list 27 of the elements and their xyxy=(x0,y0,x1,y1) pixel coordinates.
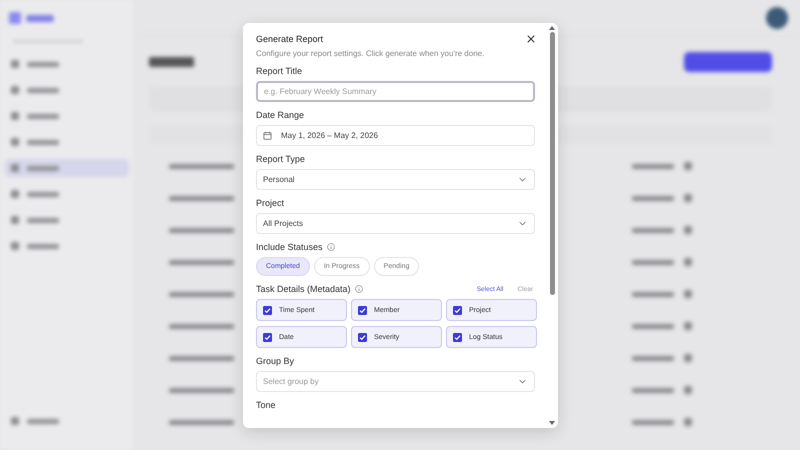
dialog-title: Generate Report xyxy=(256,34,324,44)
date-range-field[interactable]: May 1, 2026 – May 2, 2026 xyxy=(256,125,535,146)
calendar-icon xyxy=(263,131,272,140)
checkmark-icon xyxy=(358,332,367,342)
field-label: Report Type xyxy=(256,154,305,164)
checkmark-icon xyxy=(358,306,367,314)
field-label: Date Range xyxy=(256,110,304,120)
field-label: Report Title xyxy=(256,66,302,76)
field-label: Tone xyxy=(256,400,276,410)
dropdown-select[interactable]: All Projects xyxy=(256,213,535,234)
field-label: Group By xyxy=(256,356,294,366)
report-title-input[interactable]: e.g. February Weekly Summary xyxy=(256,81,535,102)
field-label: Task Details (Metadata) xyxy=(256,284,351,294)
scroll-down-arrow-icon[interactable] xyxy=(549,421,555,425)
dialog-subtitle: Configure your report settings. Click generate when you're done. xyxy=(256,49,486,58)
field-label: Include Statuses xyxy=(256,242,323,252)
scroll-up-arrow-icon[interactable] xyxy=(549,26,555,30)
checkmark-icon xyxy=(263,306,272,314)
chevron-down-icon xyxy=(519,221,526,226)
checkmark-icon xyxy=(453,306,462,314)
checkmark-icon xyxy=(263,332,272,342)
chevron-down-icon xyxy=(519,379,526,384)
chevron-down-icon xyxy=(519,177,526,182)
dropdown-select[interactable]: Personal xyxy=(256,169,535,190)
field-label: Project xyxy=(256,198,284,208)
checkmark-icon xyxy=(453,332,462,342)
close-icon[interactable] xyxy=(527,35,535,43)
